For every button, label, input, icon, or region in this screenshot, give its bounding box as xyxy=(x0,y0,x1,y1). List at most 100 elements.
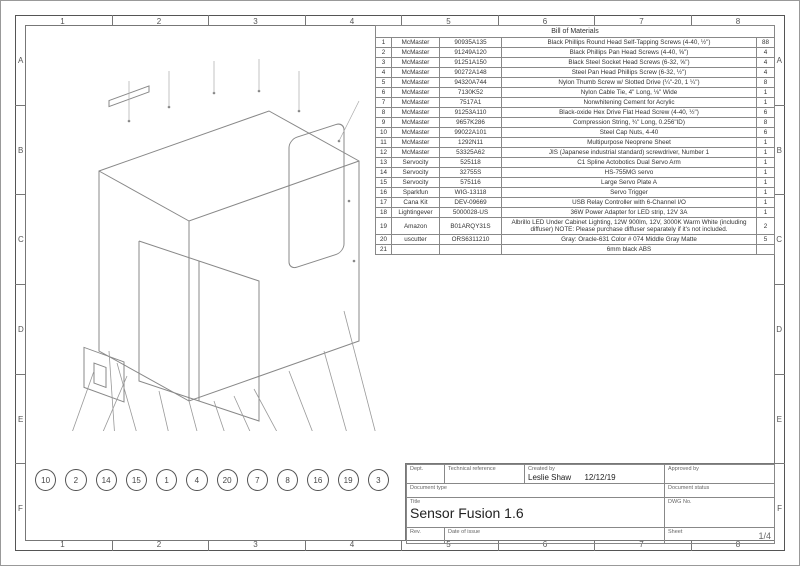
bom-qty: 5 xyxy=(757,235,775,245)
bom-row: 17 Cana Kit DEV-09669 USB Relay Controll… xyxy=(376,198,775,208)
grid-row-label: D xyxy=(18,325,24,334)
bom-item-no: 11 xyxy=(376,138,392,148)
bom-desc: Gray: Oracle-631 Color # 074 Middle Gray… xyxy=(502,235,757,245)
bom-supplier: McMaster xyxy=(392,38,440,48)
bom-supplier: McMaster xyxy=(392,108,440,118)
bom-item-no: 6 xyxy=(376,88,392,98)
bom-supplier: McMaster xyxy=(392,128,440,138)
grid-row-label: E xyxy=(18,415,23,424)
bom-qty: 1 xyxy=(757,178,775,188)
bom-item-no: 10 xyxy=(376,128,392,138)
bom-row: 6 McMaster 7130K52 Nylon Cable Tie, 4" L… xyxy=(376,88,775,98)
bom-part: 90935A135 xyxy=(440,38,502,48)
bom-desc: Black Phillips Round Head Self-Tapping S… xyxy=(502,38,757,48)
bom-supplier: McMaster xyxy=(392,138,440,148)
bom-row: 16 Sparkfun WIG-13118 Servo Trigger 1 xyxy=(376,188,775,198)
tb-rev: Rev. xyxy=(407,528,445,544)
grid-row-label: F xyxy=(18,504,23,513)
bom-supplier: McMaster xyxy=(392,78,440,88)
drawing-sheet: 1 1 2 2 3 3 4 4 5 5 6 6 7 7 8 8A A B B C… xyxy=(0,0,800,566)
bom-desc: Black Phillips Pan Head Screws (4-40, ⅝"… xyxy=(502,48,757,58)
bom-qty: 6 xyxy=(757,128,775,138)
balloon-14: 14 xyxy=(96,469,117,491)
tb-doi: Date of issue xyxy=(445,528,665,544)
bom-part: 90272A148 xyxy=(440,68,502,78)
bom-qty: 6 xyxy=(757,108,775,118)
bom-part: 5000028-US xyxy=(440,208,502,218)
bom-row: 20 uscutter ORS6311210 Gray: Oracle-631 … xyxy=(376,235,775,245)
bom-part: 91251A150 xyxy=(440,58,502,68)
tb-techref: Technical reference xyxy=(445,465,525,484)
balloon-row: 102141514207816193 xyxy=(35,469,389,491)
bom-qty: 1 xyxy=(757,98,775,108)
bom-supplier xyxy=(392,245,440,255)
bom-desc: Compression String, ¾" Long, 0.256"ID) xyxy=(502,118,757,128)
bom-desc: Nylon Cable Tie, 4" Long, ⅛" Wide xyxy=(502,88,757,98)
tb-dwg: DWG No. xyxy=(665,498,775,528)
bom-qty: 4 xyxy=(757,48,775,58)
bom-part: ORS6311210 xyxy=(440,235,502,245)
grid-col-label: 3 xyxy=(253,17,257,26)
bom-qty: 1 xyxy=(757,208,775,218)
bom-part: 9657K286 xyxy=(440,118,502,128)
bom-item-no: 7 xyxy=(376,98,392,108)
bom-part: 91249A120 xyxy=(440,48,502,58)
bom-qty: 1 xyxy=(757,188,775,198)
bom-desc: Black-oxide Hex Drive Flat Head Screw (4… xyxy=(502,108,757,118)
bom-qty: 1 xyxy=(757,138,775,148)
bom-supplier: Amazon xyxy=(392,218,440,235)
bom-item-no: 15 xyxy=(376,178,392,188)
balloon-8: 8 xyxy=(277,469,298,491)
title-block: Dept. Technical reference Created by Les… xyxy=(405,463,775,541)
bom-part: 525118 xyxy=(440,158,502,168)
grid-col-label: 2 xyxy=(157,540,161,549)
bom-supplier: uscutter xyxy=(392,235,440,245)
bom-part xyxy=(440,245,502,255)
bom-qty: 4 xyxy=(757,58,775,68)
bom-part: 575116 xyxy=(440,178,502,188)
bom-desc: USB Relay Controller with 6-Channel I/O xyxy=(502,198,757,208)
bom-qty: 4 xyxy=(757,68,775,78)
bom-supplier: McMaster xyxy=(392,98,440,108)
grid-row-label: E xyxy=(777,415,782,424)
bom-qty: 88 xyxy=(757,38,775,48)
bom-supplier: McMaster xyxy=(392,88,440,98)
balloon-2: 2 xyxy=(65,469,86,491)
bom-qty: 1 xyxy=(757,148,775,158)
bom-item-no: 13 xyxy=(376,158,392,168)
grid-row-label: A xyxy=(18,56,23,65)
balloon-15: 15 xyxy=(126,469,147,491)
bom-item-no: 9 xyxy=(376,118,392,128)
bom-row: 3 McMaster 91251A150 Black Steel Socket … xyxy=(376,58,775,68)
bom-row: 13 Servocity 525118 C1 Spline Actobotics… xyxy=(376,158,775,168)
bom-desc: Large Servo Plate A xyxy=(502,178,757,188)
tb-approved: Approved by xyxy=(665,465,775,484)
bom-item-no: 19 xyxy=(376,218,392,235)
tb-doctype: Document type xyxy=(407,484,665,498)
bom-desc: HS-755MG servo xyxy=(502,168,757,178)
bom-row: 18 Lightingever 5000028-US 36W Power Ada… xyxy=(376,208,775,218)
bom-row: 2 McMaster 91249A120 Black Phillips Pan … xyxy=(376,48,775,58)
grid-col-label: 1 xyxy=(60,540,64,549)
bom-item-no: 12 xyxy=(376,148,392,158)
bom-item-no: 1 xyxy=(376,38,392,48)
bom-part: 91253A110 xyxy=(440,108,502,118)
bom-item-no: 4 xyxy=(376,68,392,78)
bom-part: WIG-13118 xyxy=(440,188,502,198)
bom-supplier: Sparkfun xyxy=(392,188,440,198)
bom-qty: 1 xyxy=(757,198,775,208)
bom-row: 4 McMaster 90272A148 Steel Pan Head Phil… xyxy=(376,68,775,78)
bom-desc: JIS (Japanese industrial standard) screw… xyxy=(502,148,757,158)
grid-col-label: 4 xyxy=(350,17,354,26)
bom-row: 21 6mm black ABS xyxy=(376,245,775,255)
bom-desc: Nylon Thumb Screw w/ Slotted Drive (¼"-2… xyxy=(502,78,757,88)
bom-desc: Multipurpose Neoprene Sheet xyxy=(502,138,757,148)
bom-supplier: Cana Kit xyxy=(392,198,440,208)
bom-qty xyxy=(757,245,775,255)
bom-supplier: Servocity xyxy=(392,168,440,178)
bom-part: 7130K52 xyxy=(440,88,502,98)
bom-row: 15 Servocity 575116 Large Servo Plate A … xyxy=(376,178,775,188)
bom-row: 8 McMaster 91253A110 Black-oxide Hex Dri… xyxy=(376,108,775,118)
bom-item-no: 18 xyxy=(376,208,392,218)
bom-desc: 6mm black ABS xyxy=(502,245,757,255)
